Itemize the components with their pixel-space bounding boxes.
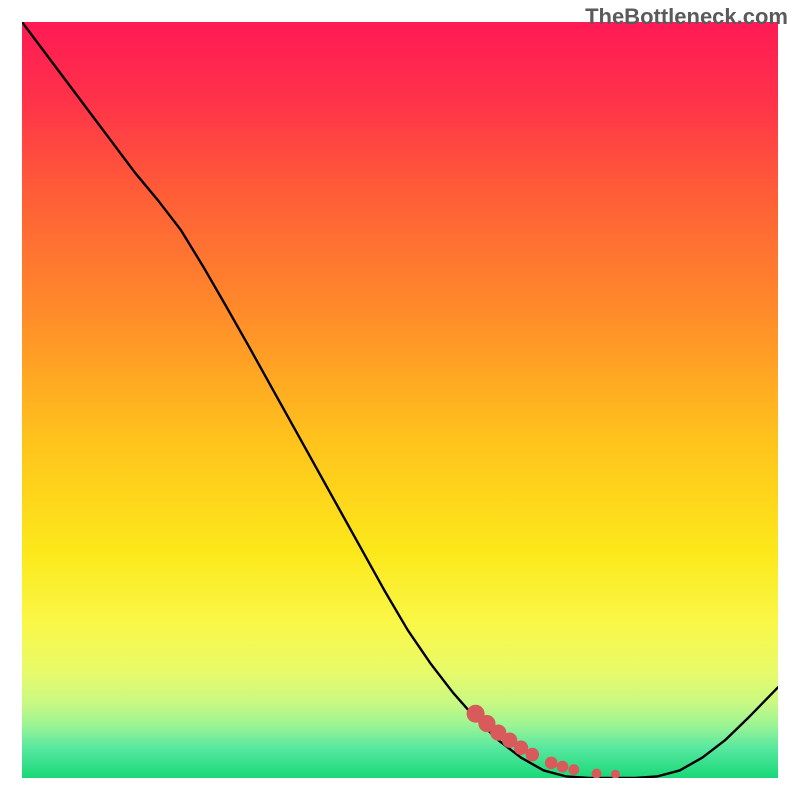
- highlight-dot: [592, 769, 602, 778]
- highlight-dot: [568, 764, 579, 775]
- gradient-background: [22, 22, 778, 778]
- highlight-dot: [557, 761, 569, 773]
- highlight-dot: [526, 748, 540, 762]
- chart-svg: [22, 22, 778, 778]
- highlight-dot: [545, 757, 558, 770]
- watermark-text: TheBottleneck.com: [585, 4, 788, 30]
- chart-area: [22, 22, 778, 778]
